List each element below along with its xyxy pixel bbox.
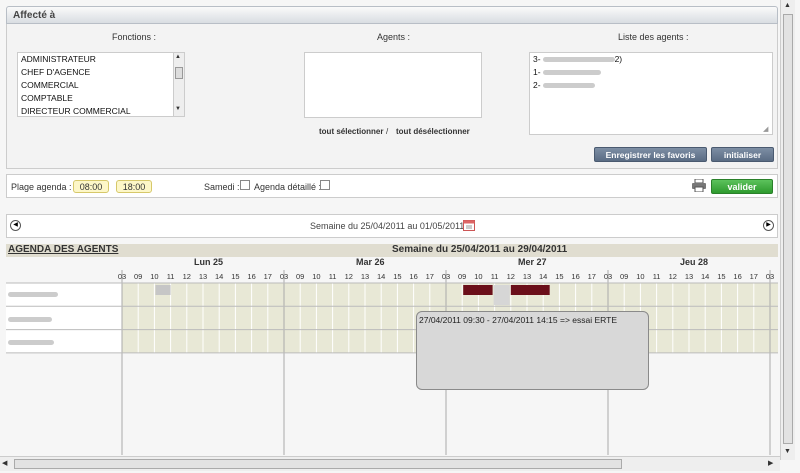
- busy-slot: [155, 285, 171, 295]
- event-tooltip: 27/04/2011 09:30 - 27/04/2011 14:15 => e…: [416, 311, 649, 390]
- agenda-grid: [6, 270, 778, 455]
- scroll-down-icon[interactable]: ▼: [784, 448, 791, 455]
- busy-slot: [493, 285, 510, 305]
- scroll-left-icon[interactable]: ◀: [2, 459, 7, 467]
- page-vertical-scrollbar[interactable]: ▲ ▼: [780, 0, 795, 460]
- scroll-up-icon[interactable]: ▲: [784, 2, 791, 9]
- event-tooltip-text: 27/04/2011 09:30 - 27/04/2011 14:15 => e…: [419, 315, 618, 325]
- event-block: [510, 285, 550, 295]
- scroll-right-icon[interactable]: ▶: [768, 459, 773, 467]
- event-block: [463, 285, 493, 295]
- agenda-row-bg: [122, 283, 778, 307]
- page-horizontal-scrollbar[interactable]: ◀ ▶: [0, 456, 780, 471]
- scroll-thumb[interactable]: [783, 14, 793, 444]
- scroll-thumb[interactable]: [14, 459, 622, 469]
